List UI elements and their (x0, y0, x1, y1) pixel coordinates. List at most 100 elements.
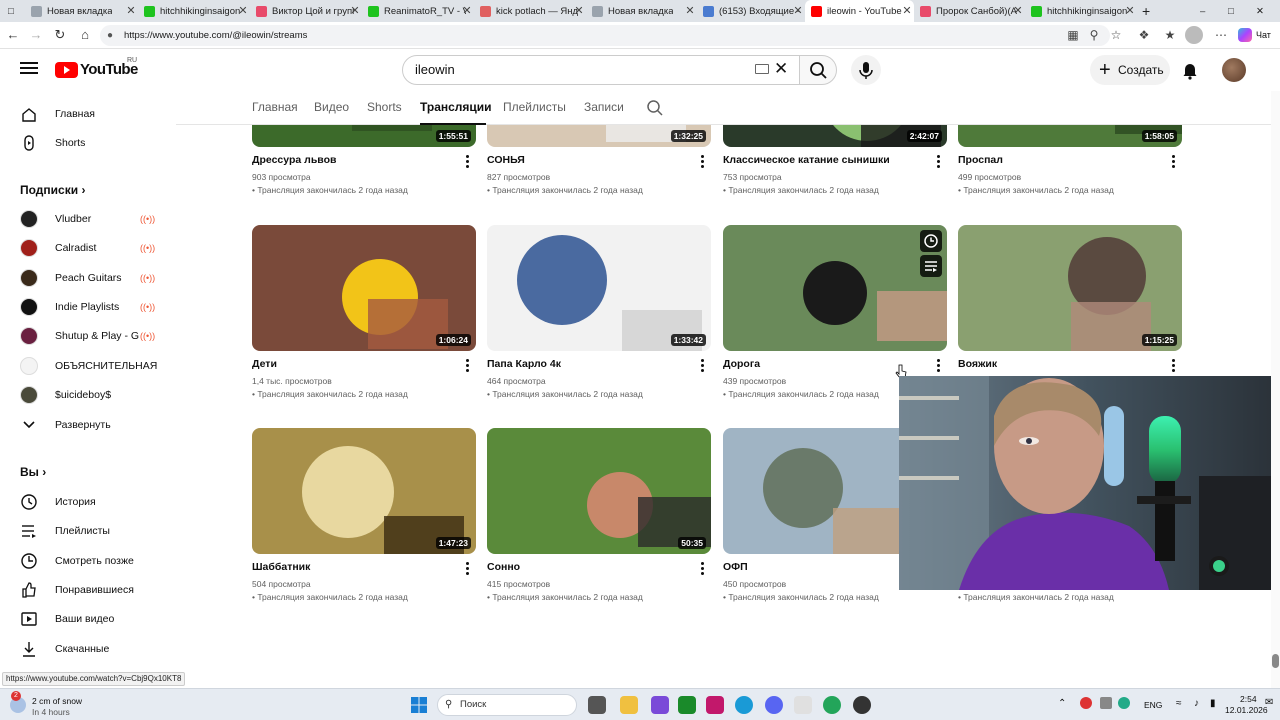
language-indicator[interactable]: ENG (1144, 700, 1162, 710)
store-icon[interactable] (651, 696, 669, 714)
close-tab-icon[interactable]: ✕ (348, 4, 362, 18)
minimize-icon[interactable]: – (1200, 0, 1216, 22)
edge-icon[interactable] (735, 696, 753, 714)
hamburger-menu-icon[interactable] (20, 59, 38, 77)
battery-icon[interactable]: ▮ (1210, 698, 1216, 709)
sidebar-item-watch-later[interactable]: Смотреть позже (0, 548, 176, 574)
close-tab-icon[interactable]: ✕ (1123, 4, 1137, 18)
video-thumbnail[interactable]: 1:47:23 (252, 428, 476, 554)
green-app-icon[interactable] (823, 696, 841, 714)
scrollbar-thumb[interactable] (1272, 654, 1279, 668)
sidebar-item-shorts[interactable]: Shorts (0, 130, 176, 156)
video-title[interactable]: Шаббатник (252, 561, 310, 573)
browser-tab[interactable]: Новая вкладка ✕ (25, 0, 138, 22)
video-title[interactable]: ОФП (723, 561, 748, 573)
video-thumbnail[interactable]: 1:58:05 (958, 125, 1182, 147)
reload-icon[interactable]: ↻ (51, 26, 69, 44)
clear-search-icon[interactable]: ✕ (774, 59, 790, 79)
close-tab-icon[interactable]: ✕ (1011, 4, 1025, 18)
window-close-icon[interactable]: ✕ (1256, 0, 1272, 22)
video-title[interactable]: Дорога (723, 358, 760, 370)
more-options-icon[interactable] (1172, 154, 1176, 168)
close-tab-icon[interactable]: ✕ (791, 4, 805, 18)
keyboard-icon[interactable] (755, 64, 769, 74)
clock-date[interactable]: 12.01.2026 (1225, 705, 1268, 715)
voice-search-button[interactable] (851, 55, 881, 85)
video-title[interactable]: Папа Карло 4к (487, 358, 561, 370)
video-thumbnail[interactable] (723, 225, 947, 351)
close-tab-icon[interactable]: ✕ (683, 4, 697, 18)
close-tab-icon[interactable]: ✕ (460, 4, 474, 18)
more-options-icon[interactable] (466, 358, 470, 372)
taskbar-search[interactable]: ⚲ Поиск (437, 694, 577, 716)
browser-tab[interactable]: kick potlach — Янд ✕ (474, 0, 586, 22)
more-options-icon[interactable] (701, 358, 705, 372)
browser-tab[interactable]: ReanimatoR_TV - Vi ✕ (362, 0, 474, 22)
app-available-icon[interactable]: ▦ (1064, 26, 1082, 44)
tab-4[interactable]: Плейлисты (503, 100, 566, 114)
file-explorer-icon[interactable] (620, 696, 638, 714)
video-thumbnail[interactable]: 1:32:25 (487, 125, 711, 147)
notification-bell-icon[interactable]: ✉ (1265, 697, 1273, 708)
channel-search-icon[interactable] (646, 99, 664, 122)
clock-time[interactable]: 2:54 (1240, 694, 1257, 704)
windows-start-icon[interactable] (410, 696, 428, 714)
subscriptions-heading[interactable]: Подписки › (20, 183, 85, 197)
expand-button[interactable]: Развернуть (0, 412, 176, 438)
sidebar-item-download[interactable]: Скачанные (0, 636, 176, 662)
chevron-up-icon[interactable]: ⌃ (1058, 698, 1066, 709)
browser-tab[interactable]: hitchhikinginsaigon ✕ (138, 0, 250, 22)
video-thumbnail[interactable]: 1:06:24 (252, 225, 476, 351)
search-input[interactable]: ileowin (402, 55, 800, 85)
subscription-item[interactable]: Vludber ((•)) (0, 206, 176, 232)
volume-icon[interactable]: ♪ (1194, 698, 1199, 709)
profile-icon[interactable] (1185, 26, 1203, 44)
more-options-icon[interactable] (1172, 358, 1176, 372)
video-title[interactable]: Сонно (487, 561, 520, 573)
browser-tab[interactable]: Пророк Санбой)(A ✕ (914, 0, 1025, 22)
tab-1[interactable]: Видео (314, 100, 349, 114)
video-thumbnail[interactable]: 1:33:42 (487, 225, 711, 351)
close-tab-icon[interactable]: ✕ (124, 4, 138, 18)
browser-tab[interactable]: Виктор Цой и группа ✕ (250, 0, 362, 22)
tab-2[interactable]: Shorts (367, 100, 402, 114)
forward-icon[interactable]: → (27, 26, 45, 44)
tray-onedrive-icon[interactable] (1100, 697, 1112, 709)
maximize-icon[interactable]: □ (1228, 0, 1244, 22)
site-info-icon[interactable]: ● (107, 25, 113, 46)
new-tab-icon[interactable]: + (1142, 0, 1158, 22)
home-icon[interactable]: ⌂ (76, 26, 94, 44)
video-title[interactable]: Вояжик (958, 358, 997, 370)
subscription-item[interactable]: ОБЪЯСНИТЕЛЬНАЯ (0, 353, 176, 379)
create-button[interactable]: + Создать (1090, 55, 1170, 85)
search-button[interactable] (799, 55, 837, 85)
extensions-icon[interactable]: ❖ (1135, 26, 1153, 44)
sidebar-item-history[interactable]: История (0, 489, 176, 515)
video-thumbnail[interactable]: 1:55:51 (252, 125, 476, 147)
close-tab-icon[interactable]: ✕ (236, 4, 250, 18)
browser-tab[interactable]: Новая вкладка ✕ (586, 0, 697, 22)
more-options-icon[interactable] (937, 154, 941, 168)
account-avatar[interactable] (1222, 58, 1246, 82)
watch-later-icon[interactable] (920, 230, 942, 252)
subscription-item[interactable]: $uicideboy$ (0, 382, 176, 408)
xbox-icon[interactable] (678, 696, 696, 714)
sidebar-item-like[interactable]: Понравившиеся (0, 577, 176, 603)
browser-menu-icon[interactable]: ⋯ (1212, 26, 1230, 44)
more-options-icon[interactable] (701, 561, 705, 575)
video-title[interactable]: Дети (252, 358, 277, 370)
more-options-icon[interactable] (701, 154, 705, 168)
pink-app-icon[interactable] (706, 696, 724, 714)
video-thumbnail[interactable]: 50:35 (487, 428, 711, 554)
discord-icon[interactable] (765, 696, 783, 714)
wifi-icon[interactable]: ≈ (1176, 698, 1182, 709)
browser-tab[interactable]: ileowin - YouTube ✕ (805, 0, 914, 22)
terminal-icon[interactable] (794, 696, 812, 714)
task-view-icon[interactable] (588, 696, 606, 714)
sidebar-item-playlists[interactable]: Плейлисты (0, 518, 176, 544)
close-tab-icon[interactable]: ✕ (900, 4, 914, 18)
notifications-bell-icon[interactable] (1180, 60, 1200, 80)
tray-app-icon[interactable] (1080, 697, 1092, 709)
subscription-item[interactable]: Calradist ((•)) (0, 235, 176, 261)
subscription-item[interactable]: Shutup & Play - G ((•)) (0, 323, 176, 349)
